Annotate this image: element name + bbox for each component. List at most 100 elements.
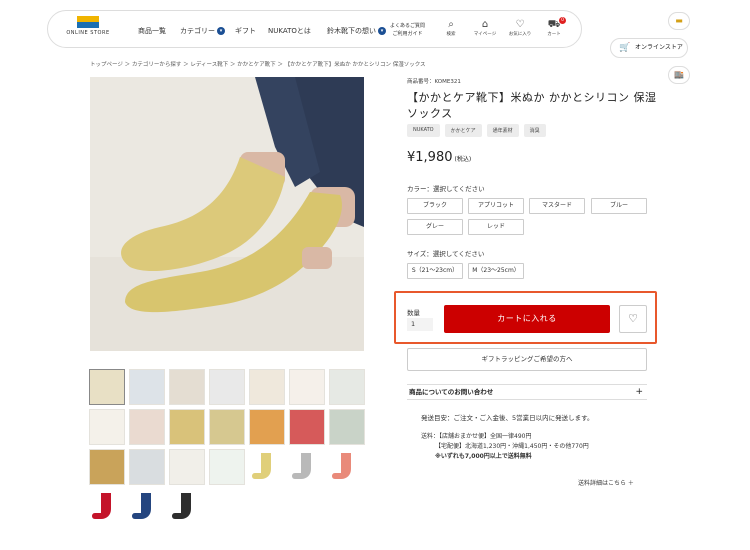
favorite-button[interactable]: ♡ [619, 305, 647, 333]
product-number: 商品番号：KOME321 [407, 79, 461, 85]
gift-wrapping-button[interactable]: ギフトラッピングご希望の方へ [407, 348, 647, 371]
thumbnail[interactable] [129, 409, 165, 445]
color-option-black[interactable]: ブラック [407, 198, 463, 214]
tag[interactable]: 通年素材 [486, 124, 519, 137]
sock-icon [132, 493, 151, 519]
thumbnail[interactable] [329, 369, 365, 405]
thumbnail[interactable] [129, 369, 165, 405]
nav-products[interactable]: 商品一覧 [138, 26, 166, 36]
logo-mark [77, 16, 99, 28]
thumbnail[interactable] [209, 449, 245, 485]
online-store-button[interactable]: 🛒 オンラインストア [610, 38, 688, 58]
thumbnail[interactable] [89, 449, 125, 485]
thumbnail[interactable] [169, 409, 205, 445]
logo-sub: ONLINE STORE [66, 30, 110, 36]
shipping-eta: 発送目安：ご注文・ご入金後、5営業日以内に発送します。 [421, 414, 594, 422]
color-label: カラー：選択してください [407, 185, 485, 193]
nav-category-label: カテゴリー [180, 27, 215, 35]
nav-category[interactable]: カテゴリー ▾ [180, 26, 225, 36]
card-button[interactable]: ▬ [668, 12, 690, 30]
thumbnail-blue[interactable] [129, 489, 165, 525]
nav-about-nukato[interactable]: NUKATOとは [268, 26, 311, 36]
nav-faq-guide[interactable]: よくあるご質問 ご利用ガイド [390, 22, 425, 38]
sock-icon [172, 493, 191, 519]
heart-icon: ♡ [628, 312, 638, 325]
site-header: ONLINE STORE 商品一覧 カテゴリー ▾ ギフト NUKATOとは 鈴木… [47, 10, 582, 48]
tag[interactable]: 消臭 [523, 124, 546, 137]
quantity-input[interactable]: 1 [407, 318, 433, 331]
nav-guide: ご利用ガイド [392, 31, 423, 37]
header-mypage-label: マイページ [473, 32, 497, 37]
cart-icon: 🛒 [619, 43, 631, 53]
size-option-s[interactable]: S（21〜23cm） [407, 263, 463, 279]
product-title: 【かかとケア靴下】米ぬか かかとシリコン 保湿ソックス [407, 91, 657, 120]
store-button[interactable]: 🏬 [668, 66, 690, 84]
card-icon: ▬ [675, 16, 683, 25]
thumbnail[interactable] [169, 369, 205, 405]
thumbnail[interactable] [289, 369, 325, 405]
thumbnail[interactable] [249, 369, 285, 405]
thumbnail[interactable] [129, 449, 165, 485]
thumbnail[interactable] [169, 449, 205, 485]
chevron-down-icon: ▾ [378, 27, 386, 35]
sock-icon [332, 453, 351, 479]
shipping-fees: 送料：【店舗おまかせ便】全国一律490円 【宅配便】北海道1,230円・沖縄1,… [421, 432, 589, 462]
search-icon: ⌕ [448, 19, 454, 30]
price-value: ¥1,980 [407, 150, 453, 165]
header-search-label: 検索 [446, 32, 456, 37]
free-shipping-note: ※いずれも7,000円以上で送料無料 [435, 453, 532, 460]
thumbnail-red[interactable] [89, 489, 125, 525]
nav-philosophy-label: 鈴木靴下の想い [327, 27, 376, 35]
color-option-red[interactable]: レッド [468, 219, 524, 235]
thumbnail-black[interactable] [169, 489, 205, 525]
nav-philosophy[interactable]: 鈴木靴下の想い ▾ [327, 26, 386, 36]
online-store-label: オンラインストア [635, 44, 683, 51]
tag[interactable]: かかとケア [444, 124, 482, 137]
header-cart-label: カート [547, 32, 561, 37]
shipping-detail-link[interactable]: 送料詳細はこちら ＋ [578, 478, 634, 487]
color-option-blue[interactable]: ブルー [591, 198, 647, 214]
product-tags: NUKATO かかとケア 通年素材 消臭 [407, 124, 546, 137]
header-cart[interactable]: ⛟ カート 0 [541, 17, 567, 37]
thumbnail[interactable] [209, 369, 245, 405]
product-inquiry-accordion[interactable]: 商品についてのお問い合わせ + [407, 384, 647, 400]
header-favorites-label: お気に入り [508, 32, 532, 37]
shipping-fee-standard: 送料：【店舗おまかせ便】全国一律490円 [421, 433, 532, 440]
user-icon: ⌂ [481, 19, 489, 30]
logo[interactable]: ONLINE STORE [64, 16, 112, 44]
add-to-cart-button[interactable]: カートに入れる [444, 305, 610, 333]
thumbnail[interactable] [329, 409, 365, 445]
sock-icon [252, 453, 271, 479]
heart-icon: ♡ [515, 19, 525, 30]
header-favorites[interactable]: ♡ お気に入り [507, 19, 533, 37]
socks-photo [90, 77, 364, 351]
tax-label: (税込) [454, 156, 472, 163]
thumbnail[interactable] [89, 369, 125, 405]
size-option-m[interactable]: M（23〜25cm） [468, 263, 524, 279]
shipping-fee-delivery: 【宅配便】北海道1,230円・沖縄1,450円・その他770円 [435, 443, 589, 450]
tag[interactable]: NUKATO [407, 124, 440, 137]
breadcrumb[interactable]: トップページ ＞ カテゴリーから探す ＞ レディース靴下 ＞ かかとケア靴下 ＞… [90, 60, 426, 68]
thumbnail[interactable] [89, 409, 125, 445]
store-icon: 🏬 [674, 70, 684, 79]
color-option-apricot[interactable]: アプリコット [468, 198, 524, 214]
color-option-gray[interactable]: グレー [407, 219, 463, 235]
product-main-image[interactable] [90, 77, 364, 351]
sock-icon [92, 493, 111, 519]
inquiry-label: 商品についてのお問い合わせ [409, 388, 494, 396]
thumbnail-mustard[interactable] [249, 449, 285, 485]
thumbnail[interactable] [209, 409, 245, 445]
nav-faq: よくあるご質問 [390, 23, 426, 29]
plus-icon: + [635, 387, 643, 397]
thumbnail[interactable] [249, 409, 285, 445]
color-option-mustard[interactable]: マスタード [529, 198, 585, 214]
thumbnail-gray[interactable] [289, 449, 325, 485]
product-price: ¥1,980 (税込) [407, 150, 471, 165]
header-search[interactable]: ⌕ 検索 [438, 19, 464, 37]
nav-gift[interactable]: ギフト [235, 26, 256, 36]
thumbnail-apricot[interactable] [329, 449, 365, 485]
quantity-label: 数量 [407, 309, 420, 317]
thumbnail[interactable] [289, 409, 325, 445]
header-mypage[interactable]: ⌂ マイページ [472, 19, 498, 37]
size-label: サイズ：選択してください [407, 250, 485, 258]
